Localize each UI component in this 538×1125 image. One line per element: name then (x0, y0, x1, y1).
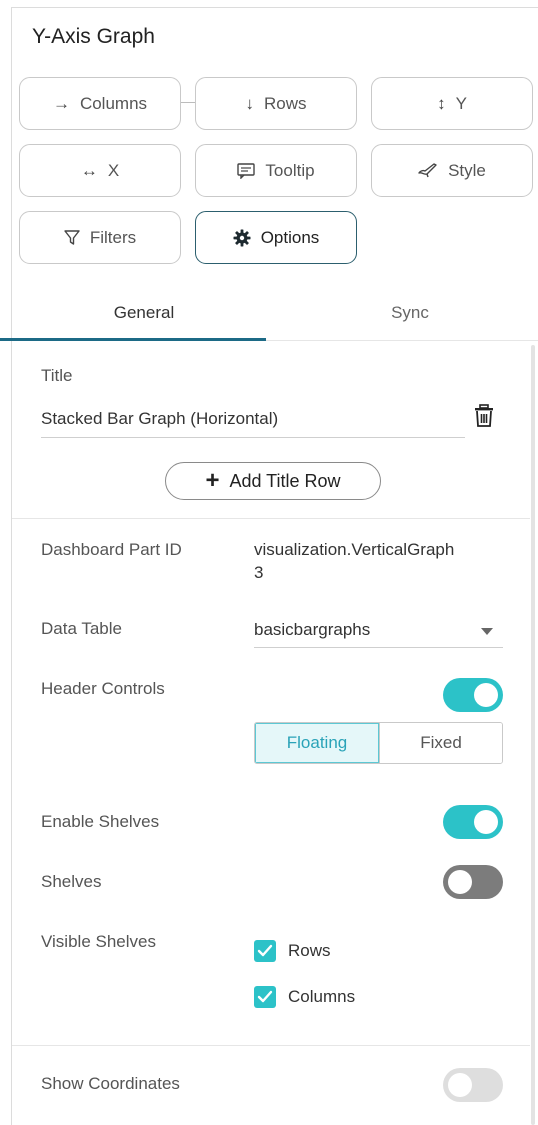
arrow-up-down-icon: ↕ (437, 93, 446, 113)
toggle-knob (474, 810, 498, 834)
panel-top-border (11, 7, 538, 8)
y-shelf-label: Y (455, 93, 467, 113)
data-table-value: basicbargraphs (254, 620, 371, 639)
visible-shelf-columns[interactable]: Columns (254, 986, 355, 1008)
chevron-down-icon (481, 628, 493, 635)
visible-shelf-columns-label: Columns (288, 987, 356, 1006)
arrow-down-icon: ↓ (245, 93, 254, 113)
checkbox-checked-icon[interactable] (254, 940, 276, 962)
header-controls-label: Header Controls (41, 679, 165, 698)
toggle-knob (448, 1073, 472, 1097)
options-shelf-label: Options (260, 227, 320, 247)
shelf-connector (181, 102, 196, 103)
title-input[interactable]: Stacked Bar Graph (Horizontal) (41, 406, 465, 438)
toggle-knob (448, 870, 472, 894)
rows-shelf-label: Rows (263, 93, 307, 113)
style-shelf-label: Style (448, 160, 486, 180)
panel-title: Y-Axis Graph (32, 25, 155, 48)
dashboard-part-id-line2: 3 (254, 563, 264, 582)
trash-icon[interactable] (473, 404, 495, 428)
dashboard-part-id-line1: visualization.VerticalGraph (254, 540, 455, 559)
visible-shelf-rows-label: Rows (288, 941, 331, 960)
header-mode-selector: Floating Fixed (254, 722, 503, 764)
shelves-label: Shelves (41, 872, 102, 891)
rows-shelf-button[interactable]: ↓ Rows (195, 77, 357, 130)
add-title-row-label: Add Title Row (229, 470, 341, 491)
tab-selected-indicator (0, 338, 266, 341)
header-controls-toggle[interactable] (443, 678, 503, 712)
title-label: Title (41, 366, 73, 385)
filters-shelf-button[interactable]: Filters (19, 211, 181, 264)
tab-sync[interactable]: Sync (277, 296, 538, 341)
toggle-knob (474, 683, 498, 707)
tooltip-shelf-button[interactable]: Tooltip (195, 144, 357, 197)
checkbox-checked-icon[interactable] (254, 986, 276, 1008)
speech-bubble-icon (237, 162, 256, 179)
tab-general[interactable]: General (11, 296, 277, 341)
options-shelf-button[interactable]: Options (195, 211, 357, 264)
gear-icon (233, 229, 251, 247)
panel-left-border (11, 7, 12, 1125)
columns-shelf-label: Columns (79, 93, 148, 113)
visible-shelf-rows[interactable]: Rows (254, 940, 331, 962)
style-shelf-button[interactable]: Style (371, 144, 533, 197)
tooltip-shelf-label: Tooltip (265, 160, 315, 180)
show-coordinates-label: Show Coordinates (41, 1074, 180, 1093)
add-title-row-button[interactable]: + Add Title Row (165, 462, 381, 500)
section-divider (12, 1045, 530, 1046)
funnel-icon (64, 229, 80, 246)
enable-shelves-label: Enable Shelves (41, 812, 160, 831)
header-mode-fixed[interactable]: Fixed (379, 723, 502, 763)
arrow-left-right-icon: ↔ (80, 160, 98, 180)
x-shelf-label: X (107, 160, 120, 180)
visible-shelves-label: Visible Shelves (41, 932, 156, 951)
paintbrush-icon (418, 162, 438, 179)
enable-shelves-toggle[interactable] (443, 805, 503, 839)
show-coordinates-toggle[interactable] (443, 1068, 503, 1102)
header-mode-floating[interactable]: Floating (255, 723, 379, 763)
scrollbar[interactable] (531, 345, 535, 1125)
x-shelf-button[interactable]: ↔ X (19, 144, 181, 197)
filters-shelf-label: Filters (89, 227, 137, 247)
data-table-dropdown[interactable]: basicbargraphs (254, 616, 503, 648)
section-divider (12, 518, 530, 519)
data-table-label: Data Table (41, 619, 122, 638)
y-shelf-button[interactable]: ↕ Y (371, 77, 533, 130)
dashboard-part-id-label: Dashboard Part ID (41, 540, 182, 559)
shelves-toggle[interactable] (443, 865, 503, 899)
settings-tabs: General Sync (11, 296, 538, 341)
arrow-right-icon: → (52, 93, 70, 113)
plus-icon: + (205, 467, 220, 494)
columns-shelf-button[interactable]: → Columns (19, 77, 181, 130)
